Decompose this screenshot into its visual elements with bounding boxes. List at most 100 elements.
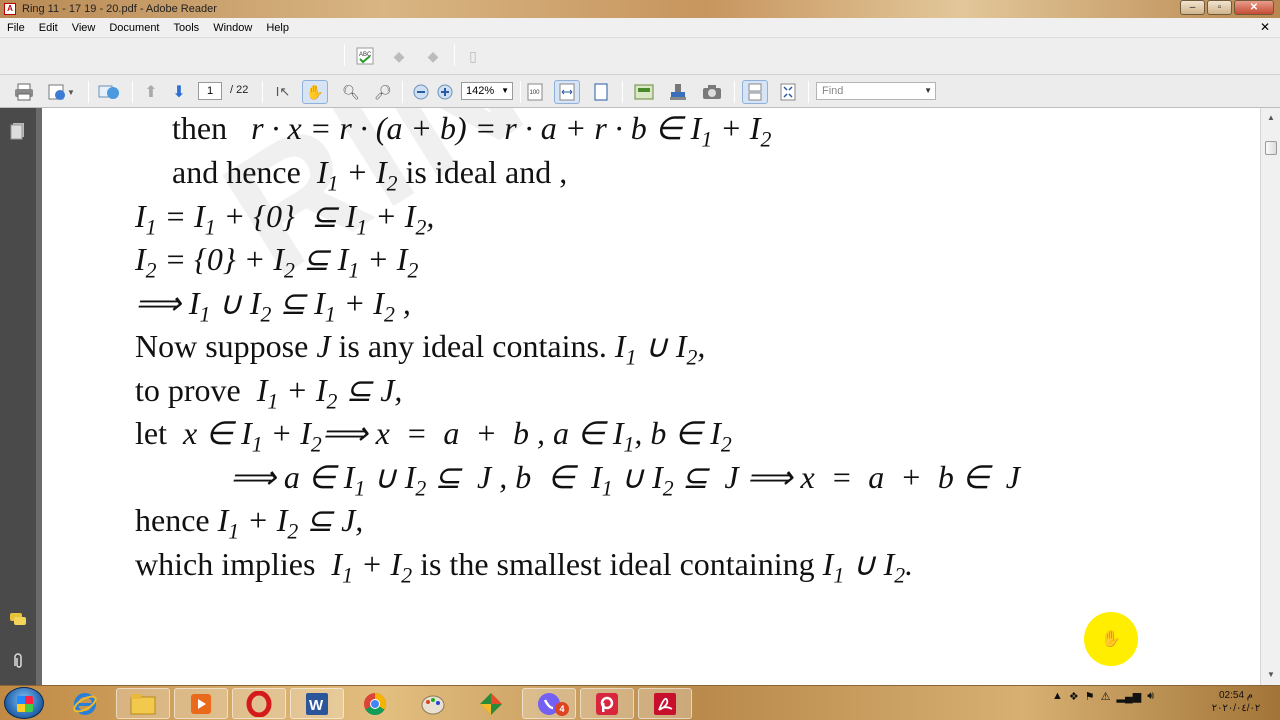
document-icon[interactable]: ▯ xyxy=(462,46,484,66)
previous-page-icon[interactable]: ⬆ xyxy=(140,81,162,103)
minimize-button[interactable]: – xyxy=(1180,0,1205,15)
zoom-out-icon[interactable] xyxy=(410,81,432,103)
svg-text:W: W xyxy=(309,697,324,714)
math-subscript: 1 xyxy=(199,302,211,327)
maximize-button[interactable]: ▫ xyxy=(1207,0,1232,15)
scroll-up-icon[interactable]: ▲ xyxy=(1264,111,1278,125)
math-text: ∪ I xyxy=(210,285,261,321)
menu-view[interactable]: View xyxy=(65,22,103,34)
math-text: + I xyxy=(335,285,384,321)
show-hidden-icons-icon[interactable]: ▲ xyxy=(1052,690,1063,703)
find-input[interactable]: Find ▼ xyxy=(816,82,936,100)
actual-size-icon[interactable]: 100 xyxy=(524,81,546,103)
close-button[interactable]: ✕ xyxy=(1234,0,1274,15)
viber-icon[interactable]: 4 xyxy=(522,688,576,719)
clock-date: ٢٠٢٠/٠٤/٠٢ xyxy=(1211,703,1261,714)
pdf-tool-icon[interactable] xyxy=(580,688,634,719)
document-line: I2 = {0} + I2 ⊆ I1 + I2 xyxy=(135,243,418,281)
signal-strength-icon[interactable]: ▂▄▆ xyxy=(1117,690,1142,703)
paint-icon[interactable] xyxy=(406,688,460,719)
menu-tools[interactable]: Tools xyxy=(167,22,207,34)
action-center-flag-icon[interactable]: ⚑ xyxy=(1085,690,1095,703)
fit-page-icon[interactable] xyxy=(590,81,612,103)
math-subscript: 1 xyxy=(348,258,360,283)
math-text: I xyxy=(256,372,268,408)
spell-check-icon[interactable]: ABC xyxy=(354,46,376,66)
email-share-icon[interactable]: ▼ xyxy=(46,81,76,103)
math-subscript: 2 xyxy=(283,258,295,283)
undo-icon[interactable]: ◆ xyxy=(388,46,410,66)
menu-window[interactable]: Window xyxy=(206,22,259,34)
system-clock[interactable]: 02:54 م ٢٠٢٠/٠٤/٠٢ xyxy=(1196,689,1276,715)
attachments-paperclip-icon[interactable] xyxy=(8,652,28,672)
math-subscript: 2 xyxy=(662,476,674,501)
secondary-toolbar: ABC ◆ ◆ ▯ xyxy=(0,38,1280,75)
vertical-scrollbar[interactable]: ▲ ▼ xyxy=(1260,108,1280,685)
zoom-in-icon[interactable] xyxy=(434,81,456,103)
adobe-reader-icon[interactable] xyxy=(638,688,692,719)
math-subscript: 2 xyxy=(287,519,299,544)
scroll-down-icon[interactable]: ▼ xyxy=(1264,668,1278,682)
document-close-icon[interactable]: ✕ xyxy=(1260,20,1270,34)
math-text: ⊆ J , b ∈ I xyxy=(426,459,602,495)
comments-panel-icon[interactable] xyxy=(8,612,28,632)
document-line: ⟹ a ∈ I1 ∪ I2 ⊆ J , b ∈ I1 ∪ I2 ⊆ J ⟹ x … xyxy=(230,459,1020,499)
math-text: + I xyxy=(712,110,761,146)
stamp-icon[interactable] xyxy=(666,81,690,103)
network-warning-icon[interactable]: ⚠ xyxy=(1101,690,1111,703)
chrome-icon[interactable] xyxy=(348,688,402,719)
menu-document[interactable]: Document xyxy=(102,22,166,34)
photo-app-icon[interactable] xyxy=(464,688,518,719)
export-icon[interactable] xyxy=(632,81,656,103)
marquee-zoom-icon[interactable]: 🔍︎ xyxy=(340,81,362,103)
internet-explorer-icon[interactable] xyxy=(58,688,112,719)
menu-help[interactable]: Help xyxy=(259,22,296,34)
math-text: + I xyxy=(239,502,288,538)
menu-file[interactable]: File xyxy=(0,22,32,34)
scrolling-mode-icon[interactable] xyxy=(742,80,768,104)
math-subscript: 1 xyxy=(327,171,339,196)
word-icon[interactable]: W xyxy=(290,688,344,719)
media-player-icon[interactable] xyxy=(174,688,228,719)
math-text: ⟹ I xyxy=(135,285,200,321)
chevron-down-icon[interactable]: ▼ xyxy=(924,83,932,99)
dropbox-icon[interactable]: ❖ xyxy=(1069,690,1079,703)
math-text: + I xyxy=(338,154,387,190)
hand-tool-icon[interactable]: ✋ xyxy=(302,80,328,104)
zoom-level-select[interactable]: 142% ▼ xyxy=(461,82,513,100)
start-button[interactable] xyxy=(4,687,44,719)
math-text: ⊆ J ⟹ x = a + b ∈ J xyxy=(673,459,1020,495)
document-line: which implies I1 + I2 is the smallest id… xyxy=(135,548,913,586)
select-text-icon[interactable]: I↖ xyxy=(272,81,294,103)
math-subscript: 2 xyxy=(145,258,157,283)
math-subscript: 2 xyxy=(407,258,419,283)
page-number-input[interactable]: 1 xyxy=(198,82,222,100)
math-text: , xyxy=(394,285,411,321)
document-line: then r · x = r · (a + b) = r · a + r · b… xyxy=(172,110,771,150)
print-icon[interactable] xyxy=(12,81,36,103)
collaborate-icon[interactable] xyxy=(96,81,122,103)
menu-edit[interactable]: Edit xyxy=(32,22,65,34)
document-page[interactable]: RING then r · x = r · (a + b) = r · a + … xyxy=(42,108,1260,685)
math-text: ∪ I xyxy=(612,459,663,495)
math-text: ∪ I xyxy=(636,328,687,364)
math-text: I xyxy=(614,328,626,364)
fit-width-icon[interactable] xyxy=(554,80,580,104)
math-text: = I xyxy=(156,198,205,234)
math-text: , xyxy=(697,328,706,364)
windows-logo-icon xyxy=(17,696,33,712)
pages-panel-icon[interactable] xyxy=(8,122,28,142)
opera-icon[interactable] xyxy=(232,688,286,719)
redo-icon[interactable]: ◆ xyxy=(422,46,444,66)
snapshot-camera-icon[interactable] xyxy=(700,81,724,103)
scrollbar-thumb[interactable] xyxy=(1265,141,1277,155)
math-subscript: 1 xyxy=(356,215,368,240)
volume-icon[interactable]: 🔊︎ xyxy=(1147,690,1154,703)
next-page-icon[interactable]: ⬇ xyxy=(168,81,190,103)
full-screen-icon[interactable] xyxy=(776,81,800,103)
hand-cursor-icon: ✋ xyxy=(1101,631,1121,648)
math-subscript: 1 xyxy=(267,389,279,414)
file-explorer-icon[interactable] xyxy=(116,688,170,719)
toolbar-separator xyxy=(402,81,403,103)
dynamic-zoom-icon[interactable]: 🔎︎ xyxy=(372,81,394,103)
